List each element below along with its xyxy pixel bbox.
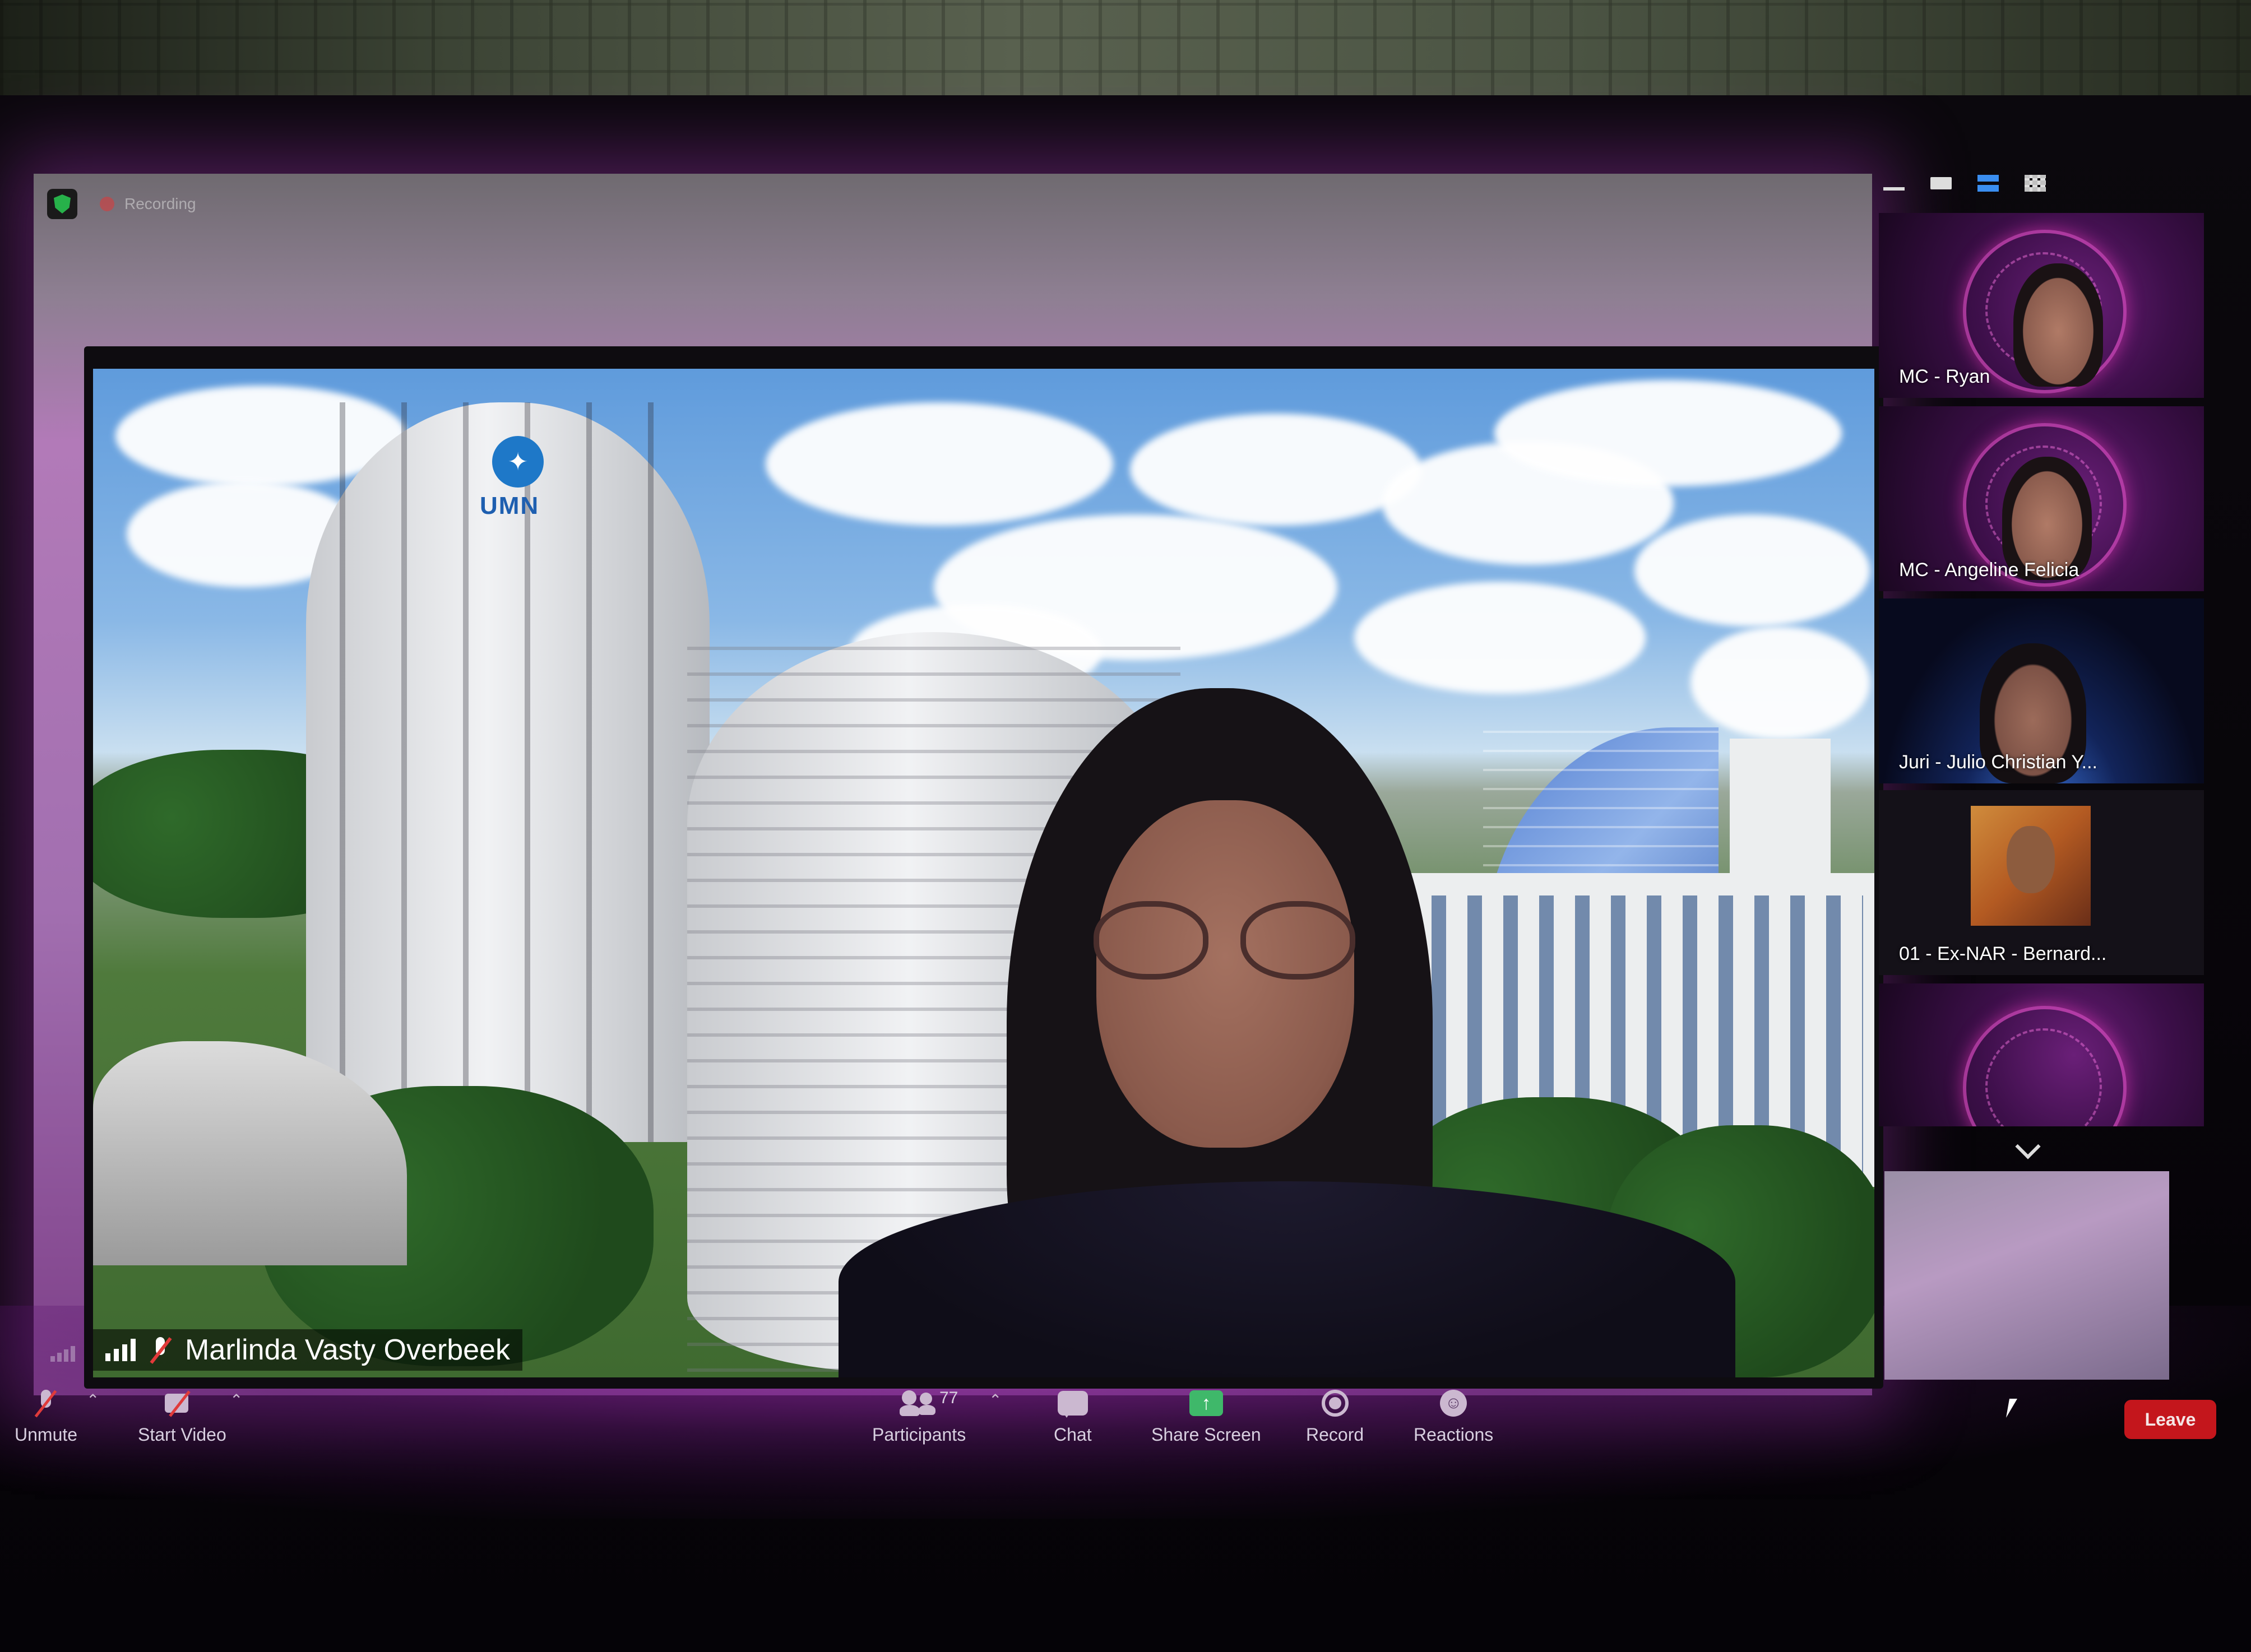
top-status-bar: Recording: [47, 187, 196, 221]
participant-tile[interactable]: Juri - Julio Christian Y...: [1879, 598, 2204, 783]
record-icon: [1321, 1390, 1349, 1417]
participant-tile[interactable]: 01 - Ex-NAR - Bernard...: [1879, 790, 2204, 975]
participants-count: 77: [939, 1389, 958, 1407]
participants-icon: [899, 1390, 939, 1416]
microphone-muted-icon: [38, 1390, 54, 1417]
record-button[interactable]: Record: [1306, 1388, 1364, 1445]
participant-label: MC - Angeline Felicia: [1899, 559, 2079, 581]
gallery-view-icon[interactable]: [2025, 175, 2046, 192]
network-signal-icon: [50, 1346, 75, 1362]
recording-dot-icon: [100, 197, 114, 211]
campus-logo-icon: ✦: [492, 436, 544, 488]
chat-label: Chat: [1054, 1424, 1092, 1445]
start-video-button[interactable]: Start Video: [138, 1388, 226, 1445]
participant-label: 01 - Ex-NAR - Bernard...: [1899, 943, 2107, 964]
speaker-name: Marlinda Vasty Overbeek: [185, 1334, 510, 1366]
participant-tile[interactable]: MC - Ryan: [1879, 213, 2204, 398]
wall-texture: [0, 0, 2251, 106]
reactions-button[interactable]: ☺ Reactions: [1414, 1388, 1493, 1445]
strip-view-icon[interactable]: [1977, 175, 1999, 192]
gallery-view-controls: [1883, 175, 2046, 192]
participants-label: Participants: [872, 1424, 966, 1445]
recording-label: Recording: [124, 195, 196, 212]
audio-options-caret-icon[interactable]: ⌃: [86, 1391, 99, 1409]
signal-bars-icon: [105, 1339, 136, 1361]
active-speaker-video[interactable]: ✦ UMN: [93, 369, 1874, 1377]
share-screen-label: Share Screen: [1151, 1424, 1261, 1445]
chat-button[interactable]: Chat: [1054, 1388, 1092, 1445]
unmute-button[interactable]: Unmute: [15, 1388, 77, 1445]
speaker-view-icon[interactable]: [1930, 177, 1952, 189]
participant-avatar: [1971, 806, 2091, 926]
start-video-label: Start Video: [138, 1424, 226, 1445]
unmute-label: Unmute: [15, 1424, 78, 1445]
leave-button[interactable]: Leave: [2124, 1400, 2216, 1439]
participant-label: MC - Ryan: [1899, 366, 1990, 387]
participant-tile[interactable]: [1879, 983, 2204, 1126]
self-view-video[interactable]: [1884, 1171, 2169, 1380]
share-screen-icon: ↑: [1189, 1390, 1223, 1416]
chat-icon: [1057, 1391, 1088, 1418]
mic-muted-icon: [149, 1337, 172, 1363]
reactions-icon: ☺: [1440, 1390, 1467, 1417]
participant-video: [2013, 263, 2103, 387]
video-options-caret-icon[interactable]: ⌃: [230, 1391, 243, 1409]
recording-indicator[interactable]: Recording: [100, 195, 196, 213]
video-off-icon: [164, 1391, 200, 1415]
participant-tile[interactable]: MC - Angeline Felicia: [1879, 406, 2204, 591]
speaker-name-plate: Marlinda Vasty Overbeek: [93, 1329, 522, 1371]
campus-logo-text: UMN: [480, 492, 540, 519]
participant-label: Juri - Julio Christian Y...: [1899, 751, 2097, 773]
security-shield-icon[interactable]: [47, 189, 77, 219]
minimize-icon[interactable]: [1883, 176, 1905, 191]
reactions-label: Reactions: [1414, 1424, 1494, 1445]
meeting-toolbar: [0, 1384, 2251, 1474]
participants-options-caret-icon[interactable]: ⌃: [989, 1391, 1002, 1409]
record-label: Record: [1306, 1424, 1364, 1445]
share-screen-button[interactable]: ↑ Share Screen: [1151, 1388, 1261, 1445]
speaker-person: [839, 688, 1735, 1377]
